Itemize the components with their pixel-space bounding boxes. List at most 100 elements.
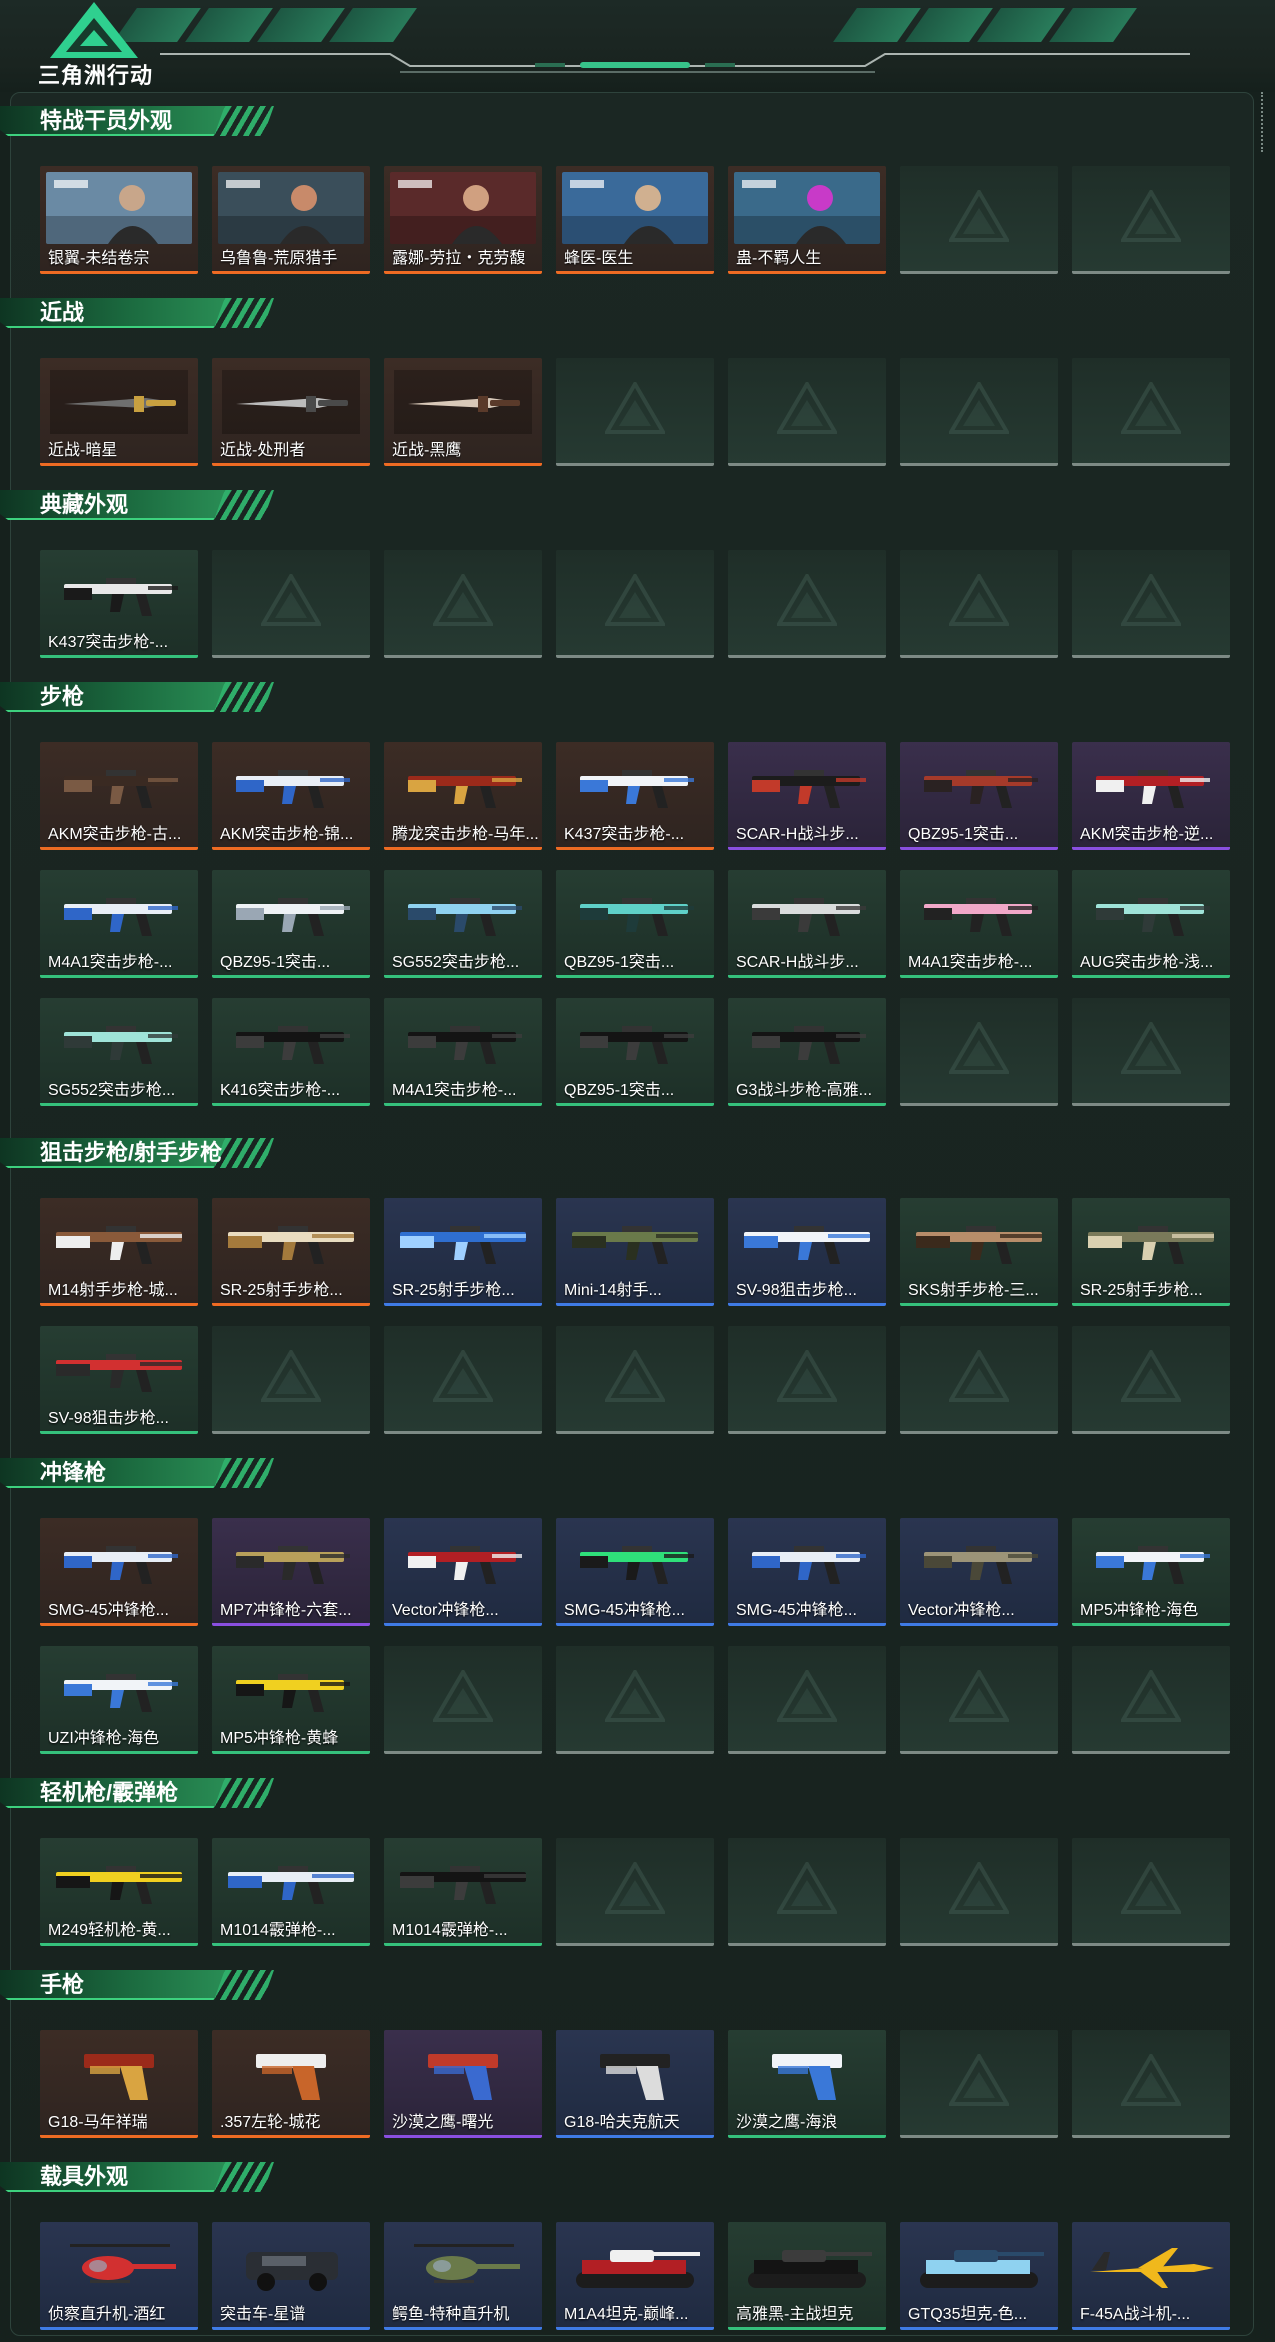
- collection-item-card[interactable]: SR-25射手步枪...: [1072, 1198, 1230, 1306]
- collection-item-card[interactable]: SG552突击步枪...: [384, 870, 542, 978]
- collection-item-card[interactable]: Vector冲锋枪...: [900, 1518, 1058, 1626]
- banner-stripes-left: [113, 8, 417, 42]
- top-banner: 三角洲行动: [0, 0, 1275, 92]
- collection-item-card[interactable]: SCAR-H战斗步...: [728, 870, 886, 978]
- collection-item-card[interactable]: SG552突击步枪...: [40, 998, 198, 1106]
- collection-item-card[interactable]: MP5冲锋枪-海色: [1072, 1518, 1230, 1626]
- collection-item-card[interactable]: SMG-45冲锋枪...: [40, 1518, 198, 1626]
- rarity-bar: [728, 1103, 886, 1106]
- collection-item-card[interactable]: G18-哈夫克航天: [556, 2030, 714, 2138]
- collection-item-card[interactable]: 高雅黑-主战坦克: [728, 2222, 886, 2330]
- collection-item-card[interactable]: SV-98狙击步枪...: [728, 1198, 886, 1306]
- collection-item-card[interactable]: 近战-黑鹰: [384, 358, 542, 466]
- rarity-bar: [556, 2135, 714, 2138]
- collection-item-card[interactable]: AUG突击步枪-浅...: [1072, 870, 1230, 978]
- weapon-image: [580, 770, 694, 808]
- scrollbar[interactable]: [1261, 92, 1267, 152]
- collection-item-card[interactable]: SMG-45冲锋枪...: [728, 1518, 886, 1626]
- collection-item-card[interactable]: .357左轮-城花: [212, 2030, 370, 2138]
- item-name: 鳄鱼-特种直升机: [392, 2306, 510, 2323]
- banner-stripes-right: [833, 8, 1137, 42]
- collection-item-card[interactable]: SMG-45冲锋枪...: [556, 1518, 714, 1626]
- collection-item-card[interactable]: Vector冲锋枪...: [384, 1518, 542, 1626]
- empty-slot: [900, 1326, 1058, 1434]
- collection-item-card[interactable]: 鳄鱼-特种直升机: [384, 2222, 542, 2330]
- collection-item-card[interactable]: G3战斗步枪-高雅...: [728, 998, 886, 1106]
- empty-slot: [556, 550, 714, 658]
- collection-item-card[interactable]: 银翼-未结卷宗: [40, 166, 198, 274]
- collection-item-card[interactable]: M4A1突击步枪-...: [900, 870, 1058, 978]
- rarity-bar: [212, 1943, 370, 1946]
- pistol-image: [772, 2054, 842, 2100]
- collection-item-card[interactable]: SR-25射手步枪...: [384, 1198, 542, 1306]
- item-name: SMG-45冲锋枪...: [564, 1602, 685, 1619]
- collection-item-card[interactable]: M1A4坦克-巅峰...: [556, 2222, 714, 2330]
- collection-item-card[interactable]: K437突击步枪-...: [40, 550, 198, 658]
- delta-watermark-icon: [605, 1670, 665, 1722]
- collection-item-card[interactable]: QBZ95-1突击...: [556, 870, 714, 978]
- weapon-image: [64, 770, 178, 808]
- rarity-bar: [1072, 2327, 1230, 2330]
- collection-item-card[interactable]: 突击车-星谱: [212, 2222, 370, 2330]
- rarity-bar: [1072, 1303, 1230, 1306]
- item-name: QBZ95-1突击...: [220, 954, 331, 971]
- collection-item-card[interactable]: SCAR-H战斗步...: [728, 742, 886, 850]
- section-header: 狙击步枪/射手步枪: [0, 1134, 280, 1174]
- collection-item-card[interactable]: M4A1突击步枪-...: [384, 998, 542, 1106]
- collection-item-card[interactable]: G18-马年祥瑞: [40, 2030, 198, 2138]
- rarity-bar: [384, 2135, 542, 2138]
- rarity-bar: [212, 1103, 370, 1106]
- tank-image: [576, 2250, 700, 2288]
- melee-weapon-image: [50, 370, 188, 434]
- collection-item-card[interactable]: MP7冲锋枪-六套...: [212, 1518, 370, 1626]
- collection-item-card[interactable]: M4A1突击步枪-...: [40, 870, 198, 978]
- collection-item-card[interactable]: AKM突击步枪-锦...: [212, 742, 370, 850]
- collection-item-card[interactable]: M249轻机枪-黄...: [40, 1838, 198, 1946]
- collection-item-card[interactable]: MP5冲锋枪-黄蜂: [212, 1646, 370, 1754]
- delta-watermark-icon: [605, 382, 665, 434]
- collection-item-card[interactable]: AKM突击步枪-古...: [40, 742, 198, 850]
- collection-item-card[interactable]: 蜂医-医生: [556, 166, 714, 274]
- collection-item-card[interactable]: M14射手步枪-城...: [40, 1198, 198, 1306]
- item-name: 高雅黑-主战坦克: [736, 2306, 854, 2323]
- collection-item-card[interactable]: M1014霰弹枪-...: [384, 1838, 542, 1946]
- delta-watermark-icon: [777, 574, 837, 626]
- weapon-image: [1096, 898, 1210, 936]
- empty-slot: [900, 166, 1058, 274]
- collection-item-card[interactable]: UZI冲锋枪-海色: [40, 1646, 198, 1754]
- delta-watermark-icon: [949, 2054, 1009, 2106]
- collection-item-card[interactable]: AKM突击步枪-逆...: [1072, 742, 1230, 850]
- collection-item-card[interactable]: QBZ95-1突击...: [900, 742, 1058, 850]
- collection-item-card[interactable]: SR-25射手步枪...: [212, 1198, 370, 1306]
- melee-weapon-image: [222, 370, 360, 434]
- rarity-bar: [728, 975, 886, 978]
- collection-item-card[interactable]: 侦察直升机-酒红: [40, 2222, 198, 2330]
- collection-item-card[interactable]: K437突击步枪-...: [556, 742, 714, 850]
- rarity-bar: [40, 1623, 198, 1626]
- collection-item-card[interactable]: K416突击步枪-...: [212, 998, 370, 1106]
- collection-item-card[interactable]: 近战-暗星: [40, 358, 198, 466]
- collection-item-card[interactable]: 近战-处刑者: [212, 358, 370, 466]
- collection-item-card[interactable]: QBZ95-1突击...: [212, 870, 370, 978]
- item-name: 近战-暗星: [48, 442, 118, 459]
- rarity-bar: [728, 847, 886, 850]
- collection-item-card[interactable]: QBZ95-1突击...: [556, 998, 714, 1106]
- collection-item-card[interactable]: 露娜-劳拉・克劳馥: [384, 166, 542, 274]
- collection-item-card[interactable]: SV-98狙击步枪...: [40, 1326, 198, 1434]
- weapon-image: [580, 1546, 694, 1584]
- collection-item-card[interactable]: 蛊-不羁人生: [728, 166, 886, 274]
- delta-watermark-icon: [777, 1350, 837, 1402]
- item-name: SV-98狙击步枪...: [736, 1282, 857, 1299]
- collection-item-card[interactable]: M1014霰弹枪-...: [212, 1838, 370, 1946]
- collection-item-card[interactable]: GTQ35坦克-色...: [900, 2222, 1058, 2330]
- collection-item-card[interactable]: SKS射手步枪-三...: [900, 1198, 1058, 1306]
- delta-watermark-icon: [949, 190, 1009, 242]
- item-name: M1014霰弹枪-...: [392, 1922, 508, 1939]
- collection-item-card[interactable]: F-45A战斗机-...: [1072, 2222, 1230, 2330]
- collection-item-card[interactable]: Mini-14射手...: [556, 1198, 714, 1306]
- collection-item-card[interactable]: 乌鲁鲁-荒原猎手: [212, 166, 370, 274]
- collection-item-card[interactable]: 沙漠之鹰-曙光: [384, 2030, 542, 2138]
- collection-item-card[interactable]: 沙漠之鹰-海浪: [728, 2030, 886, 2138]
- collection-item-card[interactable]: 腾龙突击步枪-马年...: [384, 742, 542, 850]
- rarity-bar: [556, 2327, 714, 2330]
